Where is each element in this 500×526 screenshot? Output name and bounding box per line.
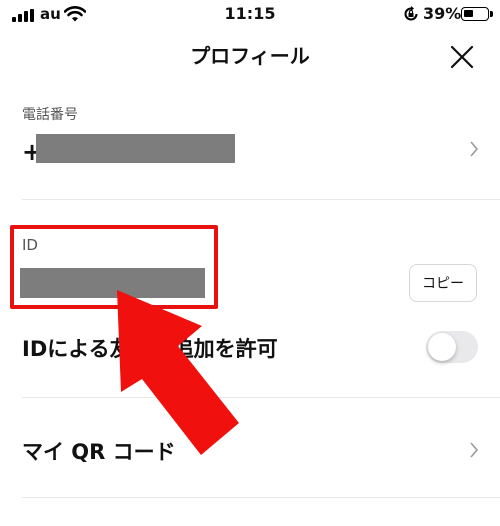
toggle-knob <box>428 333 456 361</box>
allow-id-search-toggle[interactable] <box>426 331 478 363</box>
qr-label: マイ QR コード <box>22 440 176 464</box>
battery-icon <box>461 7 489 21</box>
orientation-lock-icon <box>404 6 418 21</box>
allow-id-search-label: IDによる友だち追加を許可 <box>22 337 278 361</box>
phone-number-redacted <box>36 134 235 163</box>
chevron-right-icon <box>470 442 479 458</box>
battery-percent: 39% <box>423 4 462 23</box>
divider <box>22 497 500 498</box>
battery-tip <box>490 11 493 17</box>
divider <box>22 397 500 398</box>
divider <box>22 199 500 200</box>
status-bar: au 11:15 39% <box>0 0 500 34</box>
chevron-right-icon <box>470 141 479 157</box>
copy-button[interactable]: コピー <box>409 264 477 302</box>
highlight-box <box>10 225 218 309</box>
page-title: プロフィール <box>190 44 310 68</box>
phone-label: 電話番号 <box>22 107 78 123</box>
close-icon[interactable] <box>449 44 475 70</box>
